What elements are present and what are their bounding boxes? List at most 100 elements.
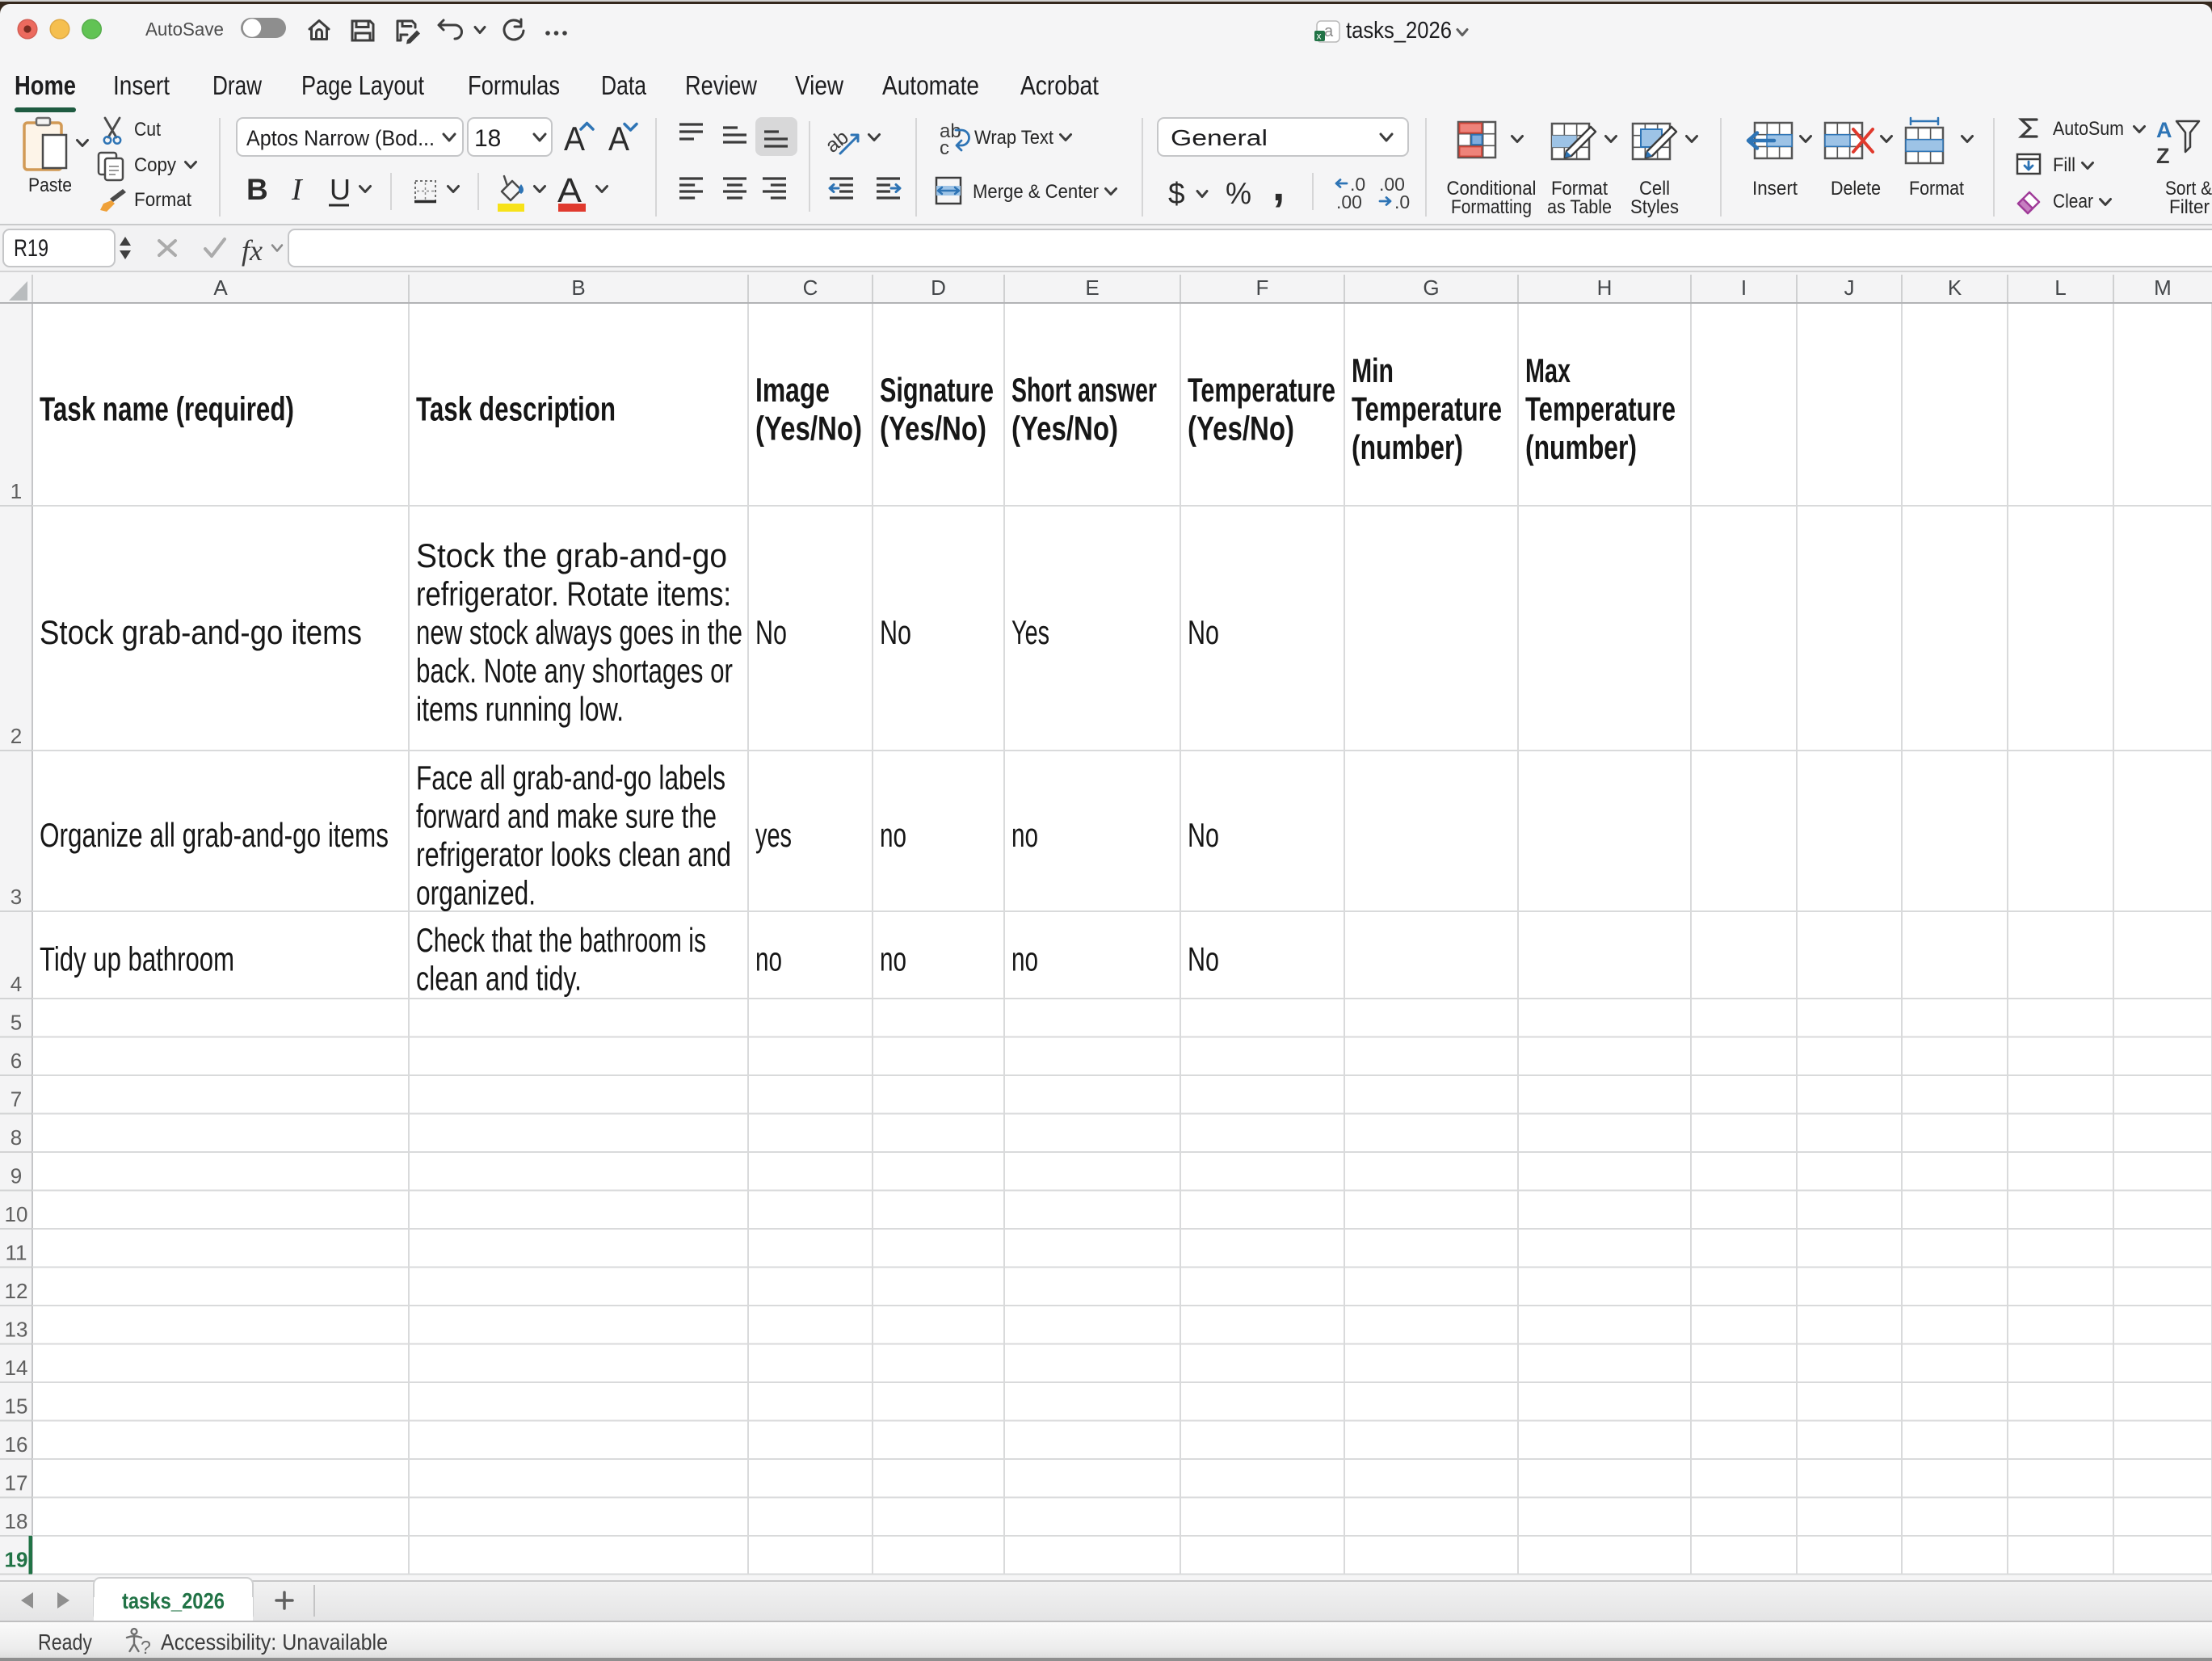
svg-text:Fill: Fill <box>2053 154 2075 176</box>
svg-text:%: % <box>1226 177 1251 211</box>
svg-text:E: E <box>1085 275 1099 300</box>
svg-text:Filter: Filter <box>2169 196 2210 218</box>
svg-text:I: I <box>291 173 304 207</box>
svg-text:K: K <box>1948 275 1962 300</box>
svg-text:C: C <box>803 275 818 300</box>
svg-text:Review: Review <box>685 70 757 100</box>
svg-text:Z: Z <box>2156 144 2170 168</box>
svg-text:AutoSave: AutoSave <box>145 19 224 40</box>
svg-text:Tidy up bathroom: Tidy up bathroom <box>40 940 234 978</box>
svg-text:Stock grab-and-go items: Stock grab-and-go items <box>40 613 362 651</box>
svg-text:Paste: Paste <box>28 175 72 196</box>
svg-text:Home: Home <box>15 70 76 100</box>
svg-text:x: x <box>1317 31 1322 42</box>
svg-text:Cut: Cut <box>134 119 161 141</box>
svg-text:Temperature: Temperature <box>1352 390 1502 428</box>
svg-text:Delete: Delete <box>1831 178 1881 200</box>
svg-text:No: No <box>755 613 787 651</box>
svg-text:tasks_2026: tasks_2026 <box>122 1588 225 1613</box>
svg-text:Aptos Narrow (Bod...: Aptos Narrow (Bod... <box>246 126 435 150</box>
svg-text:H: H <box>1597 275 1613 300</box>
svg-text:Yes: Yes <box>1011 613 1049 651</box>
svg-text:M: M <box>2154 275 2172 300</box>
svg-text:Data: Data <box>601 70 647 100</box>
svg-text:.00: .00 <box>1336 191 1362 212</box>
svg-text:back. Note any shortages or: back. Note any shortages or <box>416 652 733 690</box>
svg-text:L: L <box>2054 275 2066 300</box>
svg-text:Insert: Insert <box>1752 178 1798 200</box>
svg-text:General: General <box>1171 125 1268 150</box>
svg-text:a: a <box>1324 23 1334 40</box>
svg-text:Face all grab-and-go labels: Face all grab-and-go labels <box>416 759 725 797</box>
svg-text:10: 10 <box>5 1202 28 1226</box>
svg-text:Merge & Center: Merge & Center <box>973 181 1099 203</box>
svg-text:No: No <box>1188 940 1219 978</box>
svg-text:new stock always goes in the: new stock always goes in the <box>416 613 742 651</box>
svg-text:14: 14 <box>5 1356 28 1380</box>
svg-text:J: J <box>1844 275 1855 300</box>
svg-text:Insert: Insert <box>113 70 170 100</box>
svg-text:AutoSum: AutoSum <box>2053 118 2124 140</box>
svg-text:R19: R19 <box>14 235 48 262</box>
svg-text:5: 5 <box>11 1011 22 1035</box>
svg-text:refrigerator looks clean and: refrigerator looks clean and <box>416 835 731 873</box>
svg-text:17: 17 <box>5 1471 28 1495</box>
svg-text:(Yes/No): (Yes/No) <box>1188 409 1294 447</box>
svg-text:Min: Min <box>1352 351 1394 389</box>
svg-text:Format: Format <box>134 189 191 211</box>
svg-text:Temperature: Temperature <box>1525 390 1676 428</box>
svg-text:no: no <box>880 940 906 978</box>
svg-text:no: no <box>755 940 782 978</box>
svg-text:Wrap Text: Wrap Text <box>974 127 1053 149</box>
svg-text:No: No <box>1188 613 1219 651</box>
svg-text:Formatting: Formatting <box>1451 196 1532 218</box>
svg-text:D: D <box>931 275 946 300</box>
svg-text:no: no <box>1011 816 1038 854</box>
svg-text:No: No <box>880 613 911 651</box>
svg-text:items running low.: items running low. <box>416 690 624 728</box>
svg-text:no: no <box>880 816 906 854</box>
svg-text:$: $ <box>1168 177 1185 210</box>
svg-text:Draw: Draw <box>212 70 262 100</box>
svg-text:Task name (required): Task name (required) <box>40 390 294 428</box>
svg-text:18: 18 <box>5 1509 28 1533</box>
svg-text:19: 19 <box>5 1548 28 1572</box>
svg-text:A: A <box>213 275 228 300</box>
svg-text:organized.: organized. <box>416 873 536 911</box>
svg-text:(number): (number) <box>1525 428 1637 466</box>
svg-text:Signature: Signature <box>880 371 994 409</box>
svg-text:12: 12 <box>5 1279 28 1303</box>
svg-text:13: 13 <box>5 1318 28 1342</box>
svg-text:forward and make sure the: forward and make sure the <box>416 797 717 835</box>
svg-text:F: F <box>1256 275 1269 300</box>
svg-text:Accessibility: Unavailable: Accessibility: Unavailable <box>161 1629 388 1655</box>
svg-text:16: 16 <box>5 1432 28 1457</box>
svg-text:B: B <box>571 275 585 300</box>
svg-text:clean and tidy.: clean and tidy. <box>416 959 582 997</box>
svg-text:1: 1 <box>11 479 22 503</box>
svg-text:(number): (number) <box>1352 428 1463 466</box>
svg-text:.0: .0 <box>1394 191 1410 212</box>
svg-text:A: A <box>2156 118 2172 142</box>
svg-text:,: , <box>1272 160 1285 210</box>
svg-text:yes: yes <box>755 816 792 854</box>
svg-text:(Yes/No): (Yes/No) <box>880 409 986 447</box>
svg-text:B: B <box>246 173 268 206</box>
svg-text:(Yes/No): (Yes/No) <box>755 409 862 447</box>
svg-text:Check that the bathroom is: Check that the bathroom is <box>416 921 706 959</box>
svg-text:4: 4 <box>11 972 22 996</box>
svg-text:U: U <box>330 173 351 206</box>
svg-text:18: 18 <box>474 125 501 152</box>
svg-text:no: no <box>1011 940 1038 978</box>
svg-text:(Yes/No): (Yes/No) <box>1011 409 1118 447</box>
svg-text:View: View <box>795 70 843 100</box>
svg-text:15: 15 <box>5 1394 28 1419</box>
svg-text:9: 9 <box>11 1164 22 1188</box>
svg-text:fx: fx <box>242 234 263 267</box>
svg-text:Task description: Task description <box>416 390 616 428</box>
svg-text:2: 2 <box>11 724 22 748</box>
svg-text:as Table: as Table <box>1547 196 1612 218</box>
svg-text:7: 7 <box>11 1087 22 1112</box>
svg-text:Copy: Copy <box>134 154 176 176</box>
svg-text:Short answer: Short answer <box>1011 371 1157 409</box>
